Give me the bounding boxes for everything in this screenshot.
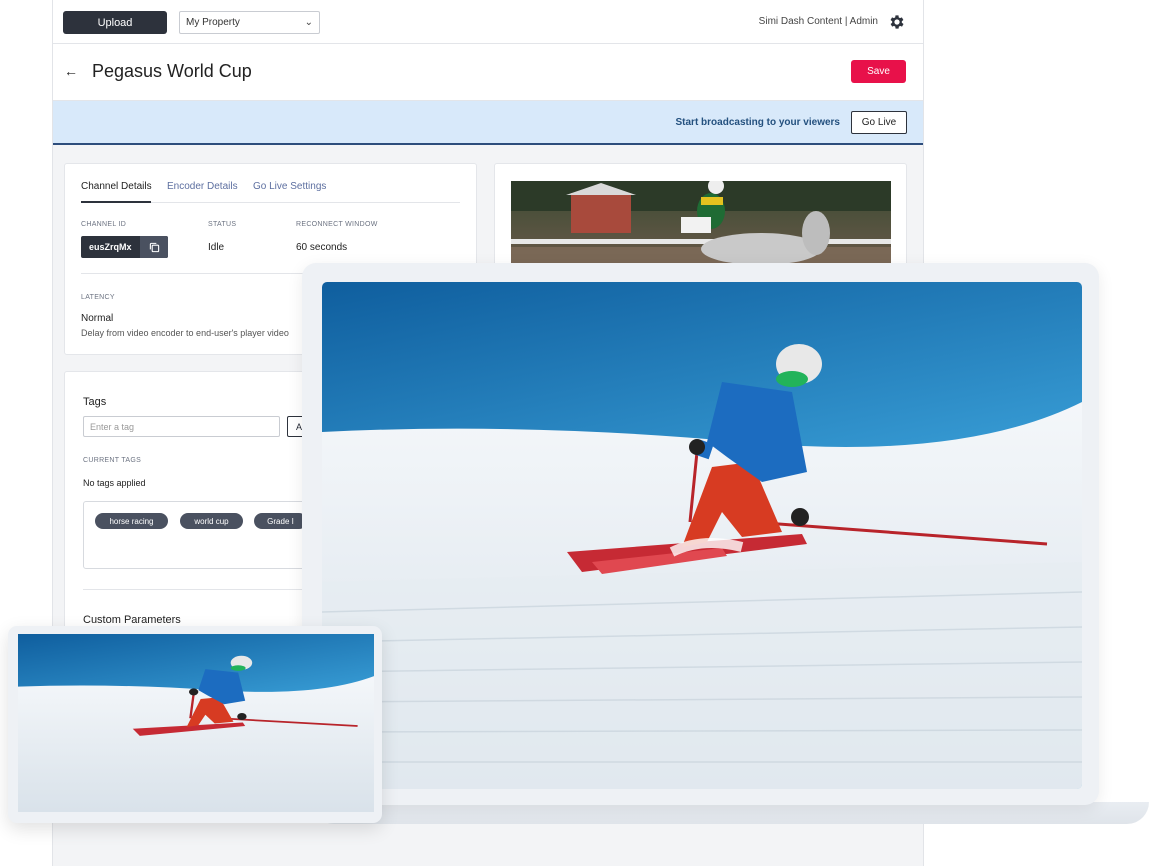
latency-label: LATENCY: [81, 294, 115, 301]
status-label: STATUS: [208, 221, 236, 228]
chevron-down-icon: ⌄: [305, 17, 313, 28]
gear-icon[interactable]: [888, 13, 906, 31]
preview-card: [494, 163, 907, 273]
property-select[interactable]: My Property ⌄: [179, 11, 320, 34]
laptop-device: [302, 263, 1099, 805]
latency-value: Normal: [81, 313, 113, 324]
laptop-base: [312, 802, 1149, 824]
horse-racing-thumbnail: [511, 181, 891, 266]
page-title: Pegasus World Cup: [92, 61, 252, 82]
tab-encoder-details[interactable]: Encoder Details: [167, 181, 238, 192]
custom-parameters-title: Custom Parameters: [83, 614, 181, 626]
current-tags-label: CURRENT TAGS: [83, 457, 141, 464]
save-button[interactable]: Save: [851, 60, 906, 83]
tag-pill[interactable]: horse racing: [95, 513, 168, 529]
tag-input[interactable]: Enter a tag: [83, 416, 280, 437]
channel-tabs: Channel Details Encoder Details Go Live …: [81, 181, 460, 203]
banner-text: Start broadcasting to your viewers: [676, 117, 841, 128]
reconnect-label: RECONNECT WINDOW: [296, 221, 378, 228]
tablet-device: [8, 626, 382, 823]
no-tags-text: No tags applied: [83, 478, 146, 488]
channel-id-chip: eusZrqMx: [81, 236, 168, 258]
tag-list: horse racing world cup Grade I: [83, 501, 313, 569]
reconnect-value: 60 seconds: [296, 242, 347, 253]
latency-description: Delay from video encoder to end-user's p…: [81, 328, 289, 338]
active-tab-indicator: [81, 201, 151, 203]
go-live-button[interactable]: Go Live: [851, 111, 907, 134]
skier-video-screen: [322, 282, 1082, 789]
tag-pill[interactable]: world cup: [180, 513, 243, 529]
tag-pill[interactable]: Grade I: [254, 513, 307, 529]
account-label[interactable]: Simi Dash Content | Admin: [759, 16, 878, 27]
tags-title: Tags: [83, 396, 106, 408]
channel-id-value: eusZrqMx: [89, 242, 132, 252]
status-value: Idle: [208, 242, 224, 253]
go-live-banner: Start broadcasting to your viewers Go Li…: [53, 101, 923, 145]
copy-icon[interactable]: [140, 236, 168, 258]
top-bar: Upload My Property ⌄ Simi Dash Content |…: [53, 0, 923, 44]
tab-channel-details[interactable]: Channel Details: [81, 181, 152, 192]
tab-go-live-settings[interactable]: Go Live Settings: [253, 181, 326, 192]
property-select-value: My Property: [186, 17, 240, 28]
back-arrow-icon[interactable]: ←: [64, 63, 78, 79]
upload-button[interactable]: Upload: [63, 11, 167, 34]
skier-video-thumbnail: [18, 634, 374, 812]
title-bar: ← Pegasus World Cup Save: [53, 44, 923, 101]
channel-id-label: CHANNEL ID: [81, 221, 126, 228]
divider: [83, 589, 307, 590]
